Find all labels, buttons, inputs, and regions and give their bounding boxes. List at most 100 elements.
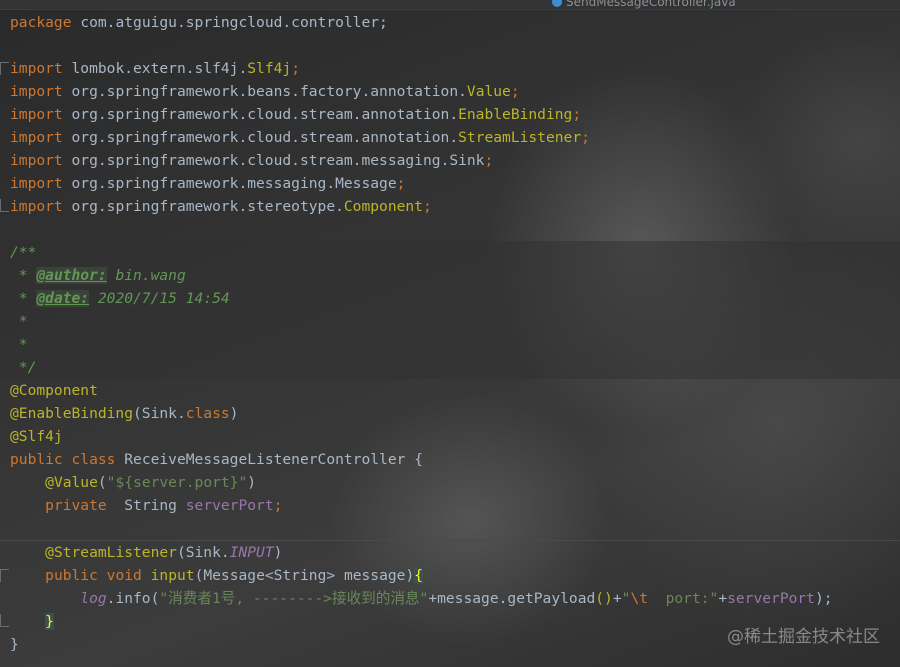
import-path: org.springframework.cloud.stream.annotat…	[71, 106, 459, 123]
code-line: private String serverPort;	[0, 494, 900, 517]
field-name: serverPort	[185, 497, 274, 514]
keyword: import	[10, 60, 63, 77]
semicolon: ;	[510, 83, 520, 100]
code-editor[interactable]: package com.atguigu.springcloud.controll…	[0, 11, 900, 667]
field-name: serverPort	[727, 590, 815, 607]
doc-comment-star: *	[10, 290, 28, 307]
code-line: @Component	[0, 379, 900, 402]
code-line: *	[0, 333, 900, 356]
string-literal: port:"	[648, 590, 719, 607]
watermark: @稀土掘金技术社区	[727, 627, 880, 647]
editor-tab-label: SendMessageController.java	[566, 0, 736, 9]
import-path: org.springframework.cloud.stream.messagi…	[71, 152, 485, 169]
code-line: public class ReceiveMessageListenerContr…	[0, 448, 900, 471]
operator: +	[718, 590, 728, 607]
package-name: com.atguigu.springcloud.controller;	[80, 14, 388, 31]
code-line: @Slf4j	[0, 425, 900, 448]
annotation: @EnableBinding	[10, 405, 134, 422]
class-name: ReceiveMessageListenerController	[124, 451, 406, 468]
keyword: void	[106, 567, 142, 584]
brace: }	[10, 636, 19, 653]
code-line: @Value("${server.port}")	[45, 474, 257, 491]
log-variable: log	[80, 590, 107, 607]
import-path: org.springframework.beans.factory.annota…	[71, 83, 467, 100]
keyword: package	[10, 14, 72, 31]
paren: )	[247, 474, 257, 491]
semicolon: ;	[273, 497, 283, 514]
semicolon: ;	[422, 198, 432, 215]
annotation: @StreamListener	[45, 544, 177, 561]
param-type: Message<String>	[203, 567, 336, 584]
editor-tab[interactable]: SendMessageController.java	[552, 0, 736, 9]
annotation: @Slf4j	[10, 428, 63, 445]
keyword: public	[45, 567, 98, 584]
code-line: import org.springframework.stereotype.Co…	[0, 195, 900, 218]
paren: )	[229, 405, 239, 422]
static-field: INPUT	[229, 544, 274, 561]
fold-marker-icon[interactable]	[0, 614, 9, 627]
keyword: import	[10, 152, 63, 169]
keyword: import	[10, 175, 63, 192]
code-line: @StreamListener(Sink.INPUT)	[0, 540, 900, 564]
annotation-arg: (Sink.	[133, 405, 186, 422]
code-line: /**	[0, 241, 900, 264]
doc-date-tag: @date:	[36, 290, 90, 307]
doc-comment-star: *	[10, 267, 28, 284]
fold-marker-icon[interactable]	[0, 569, 9, 582]
import-class: StreamListener	[458, 129, 582, 146]
method-call: .info(	[106, 590, 160, 607]
method-name: input	[150, 567, 195, 584]
keyword: import	[10, 83, 63, 100]
call-end: );	[814, 590, 833, 607]
paren: )	[273, 544, 283, 561]
annotation-arg: (Sink.	[176, 544, 230, 561]
code-line: package com.atguigu.springcloud.controll…	[0, 11, 900, 34]
editor-tab-bar: SendMessageController.java	[0, 0, 900, 10]
fold-marker-icon[interactable]	[0, 199, 9, 212]
code-line: *	[0, 310, 900, 333]
keyword: class	[185, 405, 230, 422]
paren: )	[405, 567, 415, 584]
code-line: import org.springframework.beans.factory…	[0, 80, 900, 103]
semicolon: ;	[581, 129, 590, 146]
annotation: @Value	[45, 474, 98, 491]
code-line: import lombok.extern.slf4j.Slf4j;	[0, 57, 900, 80]
doc-comment-close: */	[10, 359, 37, 376]
doc-author-value: bin.wang	[106, 267, 186, 284]
string-literal: "消费者1号, -------->接收到的消息"	[159, 590, 429, 607]
import-class: Value	[466, 83, 511, 100]
keyword: import	[10, 129, 63, 146]
code-line: */	[0, 356, 900, 379]
doc-comment-star: *	[10, 313, 28, 330]
type: String	[124, 497, 177, 514]
import-path: org.springframework.messaging.Message	[71, 175, 397, 192]
keyword: import	[10, 198, 63, 215]
import-class: EnableBinding	[458, 106, 573, 123]
operator: +	[612, 590, 622, 607]
keyword: private	[45, 497, 107, 514]
code-line: import org.springframework.cloud.stream.…	[0, 126, 900, 149]
code-line: import org.springframework.messaging.Mes…	[0, 172, 900, 195]
brace: }	[45, 613, 54, 630]
import-path: org.springframework.cloud.stream.annotat…	[71, 129, 459, 146]
parens: ()	[595, 590, 613, 607]
keyword: import	[10, 106, 63, 123]
code-line: * @date: 2020/7/15 14:54	[0, 287, 900, 310]
import-path: org.springframework.stereotype.	[71, 198, 344, 215]
brace: {	[414, 567, 424, 584]
import-class: Component	[343, 198, 423, 215]
semicolon: ;	[291, 60, 300, 77]
import-path: lombok.extern.slf4j.	[71, 60, 248, 77]
keyword: class	[71, 451, 116, 468]
doc-comment-star: *	[10, 336, 28, 353]
fold-marker-icon[interactable]	[0, 62, 9, 75]
semicolon: ;	[484, 152, 494, 169]
code-line: @EnableBinding(Sink.class)	[0, 402, 900, 425]
code-line: * @author: bin.wang	[0, 264, 900, 287]
code-line: import org.springframework.cloud.stream.…	[0, 103, 900, 126]
code-line: public void input(Message<String> messag…	[0, 564, 900, 587]
doc-comment-open: /**	[10, 244, 37, 261]
